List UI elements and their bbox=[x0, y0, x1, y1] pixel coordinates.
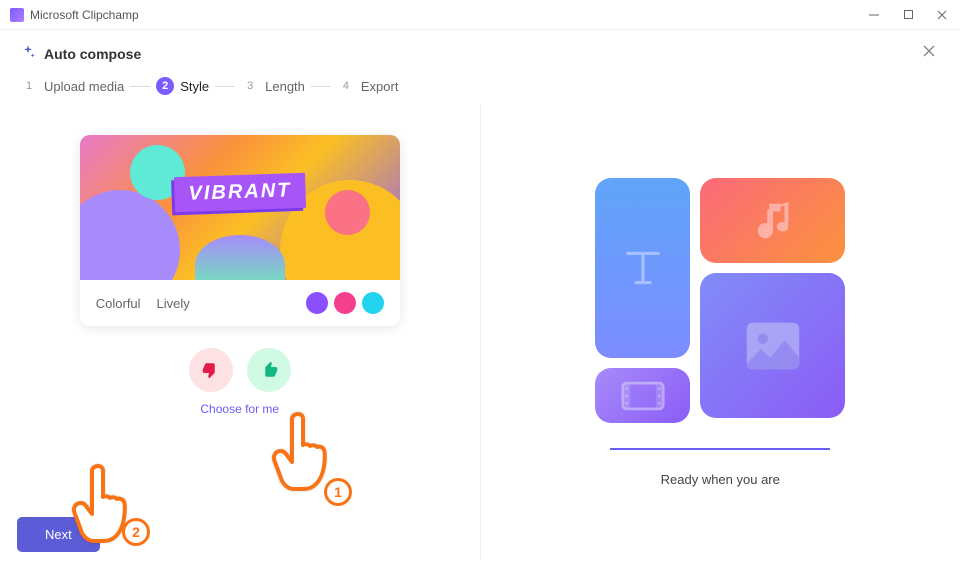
style-card-vibrant[interactable]: VIBRANT Colorful Lively bbox=[80, 135, 400, 326]
window-titlebar: Microsoft Clipchamp bbox=[0, 0, 960, 30]
color-swatches bbox=[306, 292, 384, 314]
annotation-badge: 1 bbox=[324, 478, 352, 506]
like-button[interactable] bbox=[247, 348, 291, 392]
style-preview-image: VIBRANT bbox=[80, 135, 400, 280]
ready-text: Ready when you are bbox=[661, 472, 780, 487]
step-separator bbox=[130, 86, 150, 87]
step-export[interactable]: 4 Export bbox=[337, 77, 399, 95]
step-number: 3 bbox=[241, 77, 259, 95]
step-upload-media[interactable]: 1 Upload media bbox=[20, 77, 124, 95]
step-separator bbox=[215, 86, 235, 87]
preview-panel: Ready when you are bbox=[481, 105, 960, 560]
sparkle-icon bbox=[20, 44, 36, 63]
step-label: Length bbox=[265, 79, 305, 94]
style-tag: Colorful bbox=[96, 296, 141, 311]
swatch-pink bbox=[334, 292, 356, 314]
app-icon bbox=[10, 8, 24, 22]
dislike-button[interactable] bbox=[189, 348, 233, 392]
step-label: Upload media bbox=[44, 79, 124, 94]
window-title: Microsoft Clipchamp bbox=[30, 8, 139, 22]
style-name-label: VIBRANT bbox=[174, 173, 306, 213]
header: Auto compose bbox=[0, 30, 960, 77]
tile-music bbox=[700, 178, 845, 263]
wizard-stepper: 1 Upload media 2 Style 3 Length 4 Export bbox=[0, 77, 960, 105]
annotation-pointer-1: 1 bbox=[272, 408, 342, 506]
step-length[interactable]: 3 Length bbox=[241, 77, 305, 95]
maximize-button[interactable] bbox=[900, 7, 916, 23]
divider-rule bbox=[610, 448, 830, 450]
tile-video bbox=[595, 368, 690, 423]
swatch-cyan bbox=[362, 292, 384, 314]
step-style[interactable]: 2 Style bbox=[156, 77, 209, 95]
step-number: 1 bbox=[20, 77, 38, 95]
step-number: 2 bbox=[156, 77, 174, 95]
swatch-purple bbox=[306, 292, 328, 314]
close-panel-button[interactable] bbox=[918, 40, 940, 67]
step-label: Export bbox=[361, 79, 399, 94]
step-number: 4 bbox=[337, 77, 355, 95]
annotation-badge: 2 bbox=[122, 518, 150, 546]
tile-text bbox=[595, 178, 690, 358]
step-separator bbox=[311, 86, 331, 87]
minimize-button[interactable] bbox=[866, 7, 882, 23]
header-title: Auto compose bbox=[44, 46, 141, 62]
close-window-button[interactable] bbox=[934, 7, 950, 23]
style-tag: Lively bbox=[157, 296, 190, 311]
annotation-pointer-2: 2 bbox=[72, 460, 142, 558]
tile-image bbox=[700, 273, 845, 418]
choose-for-me-link[interactable]: Choose for me bbox=[200, 402, 279, 416]
step-label: Style bbox=[180, 79, 209, 94]
preview-tiles bbox=[595, 178, 845, 428]
